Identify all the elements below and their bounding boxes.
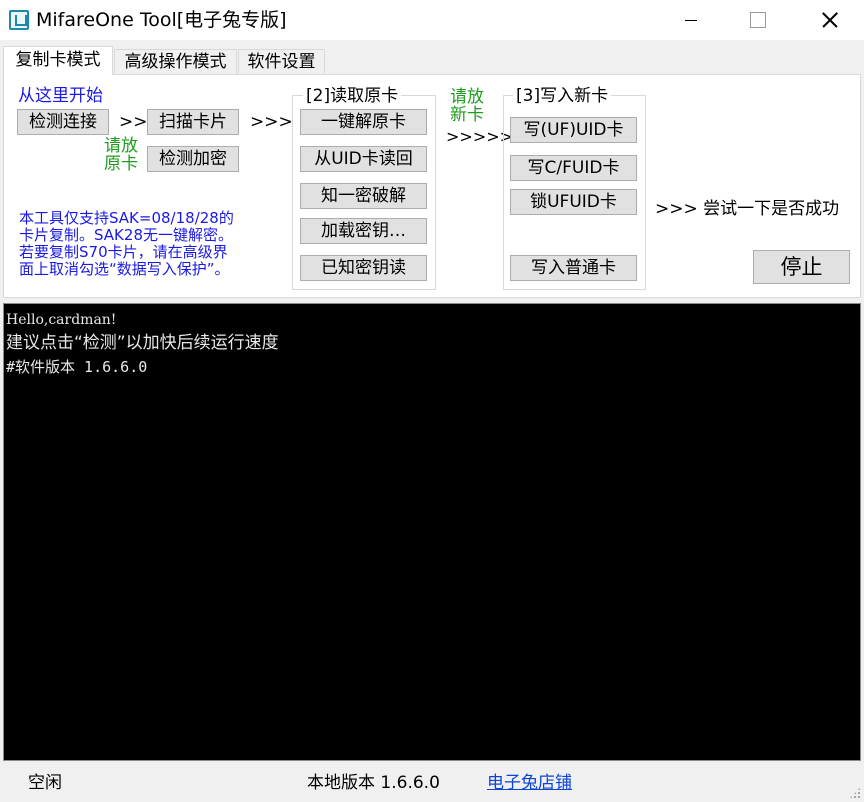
read-group-title: [2]读取原卡 [303, 86, 402, 106]
place-new-hint-1: 请放 [450, 87, 484, 107]
load-key-button[interactable]: 加载密钥… [300, 218, 427, 244]
console-line: #软件版本 1.6.6.0 [6, 358, 148, 376]
detect-encryption-button[interactable]: 检测加密 [147, 146, 239, 172]
read-from-uid-button[interactable]: 从UID卡读回 [300, 146, 427, 172]
lock-ufuid-button[interactable]: 锁UFUID卡 [510, 189, 637, 215]
arrow-hint-2: >>> [250, 112, 293, 132]
notice-line-2: 卡片复制。SAK28无一键解密。 [19, 226, 233, 244]
known-key-crack-button[interactable]: 知一密破解 [300, 183, 427, 209]
write-cfuid-button[interactable]: 写C/FUID卡 [510, 155, 637, 181]
notice-line-3: 若要复制S70卡片，请在高级界 [19, 243, 228, 261]
status-text: 空闲 [28, 773, 62, 793]
version-text: 本地版本 1.6.6.0 [307, 773, 440, 793]
notice-line-1: 本工具仅支持SAK=08/18/28的 [19, 209, 234, 227]
console-line: 建议点击“检测”以加快后续运行速度 [6, 333, 279, 353]
known-key-read-button[interactable]: 已知密钥读 [300, 255, 427, 281]
store-link[interactable]: 电子兔店铺 [487, 773, 572, 793]
app-icon [9, 10, 29, 30]
tab-advanced-mode[interactable]: 高级操作模式 [114, 49, 237, 75]
console-output[interactable]: Hello,cardman! 建议点击“检测”以加快后续运行速度 #软件版本 1… [3, 303, 861, 761]
maximize-icon[interactable] [734, 0, 780, 40]
start-heading: 从这里开始 [18, 86, 103, 106]
tab-settings[interactable]: 软件设置 [238, 49, 325, 75]
title-bar: MifareOne Tool[电子兔专版] [0, 0, 864, 40]
notice-line-4: 面上取消勾选“数据写入保护”。 [19, 260, 230, 278]
scan-card-button[interactable]: 扫描卡片 [147, 109, 239, 135]
detect-connection-button[interactable]: 检测连接 [17, 109, 109, 135]
write-normal-card-button[interactable]: 写入普通卡 [510, 255, 637, 281]
place-original-hint-2: 原卡 [104, 154, 138, 174]
stop-button[interactable]: 停止 [753, 250, 850, 284]
write-uf-uid-button[interactable]: 写(UF)UID卡 [510, 117, 637, 143]
place-original-hint-1: 请放 [104, 136, 138, 156]
one-key-decrypt-button[interactable]: 一键解原卡 [300, 109, 427, 135]
status-bar: 空闲 本地版本 1.6.6.0 电子兔店铺 [0, 764, 864, 802]
tab-copy-mode[interactable]: 复制卡模式 [3, 46, 113, 75]
minimize-icon[interactable] [668, 0, 714, 40]
write-group-title: [3]写入新卡 [513, 86, 612, 106]
support-notice: 本工具仅支持SAK=08/18/28的 卡片复制。SAK28无一键解密。 若要复… [19, 210, 299, 278]
try-success-hint: >>> 尝试一下是否成功 [655, 199, 840, 219]
console-line: Hello,cardman! [6, 312, 117, 328]
arrow-hint-1: >> [119, 112, 148, 132]
resize-grip-icon[interactable] [849, 787, 861, 799]
window-title: MifareOne Tool[电子兔专版] [36, 9, 287, 31]
place-new-hint-2: 新卡 [450, 105, 484, 125]
close-icon[interactable] [806, 0, 852, 40]
